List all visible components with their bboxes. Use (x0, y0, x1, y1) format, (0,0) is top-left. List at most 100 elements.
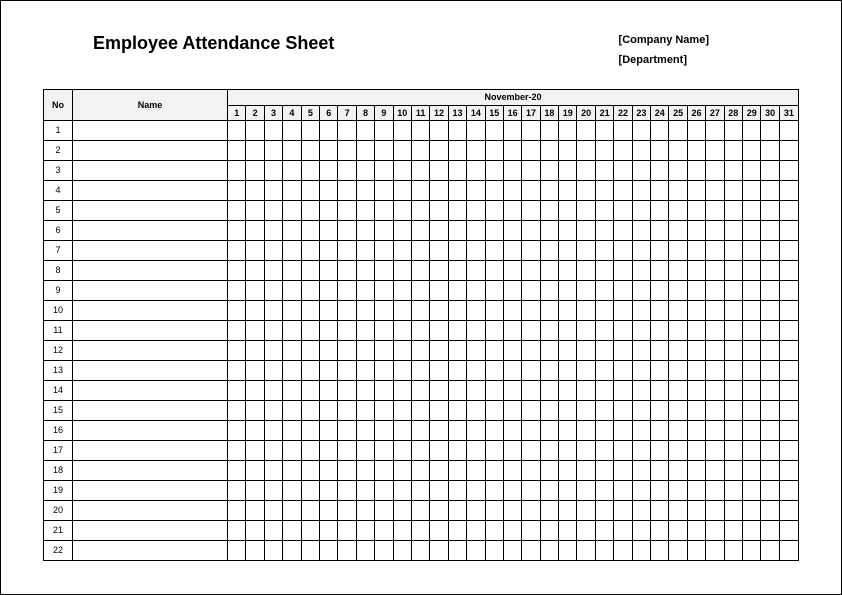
attendance-cell (320, 420, 338, 440)
attendance-cell (393, 380, 411, 400)
row-no: 15 (44, 400, 73, 420)
attendance-cell (338, 260, 356, 280)
attendance-cell (264, 320, 282, 340)
attendance-cell (246, 400, 264, 420)
attendance-cell (706, 400, 724, 420)
attendance-cell (320, 500, 338, 520)
attendance-cell (467, 240, 485, 260)
attendance-cell (320, 380, 338, 400)
attendance-cell (614, 140, 632, 160)
attendance-cell (779, 240, 798, 260)
attendance-cell (503, 360, 521, 380)
attendance-cell (301, 480, 319, 500)
row-name (72, 340, 227, 360)
row-no: 1 (44, 120, 73, 140)
attendance-cell (724, 360, 742, 380)
attendance-cell (540, 340, 558, 360)
attendance-cell (632, 400, 650, 420)
attendance-cell (614, 300, 632, 320)
attendance-cell (430, 300, 448, 320)
attendance-cell (283, 160, 301, 180)
attendance-cell (448, 420, 466, 440)
attendance-cell (724, 300, 742, 320)
row-no: 19 (44, 480, 73, 500)
attendance-cell (779, 520, 798, 540)
attendance-cell (485, 160, 503, 180)
attendance-cell (264, 480, 282, 500)
attendance-cell (651, 520, 669, 540)
row-name (72, 520, 227, 540)
attendance-cell (761, 220, 779, 240)
attendance-cell (356, 120, 374, 140)
attendance-cell (595, 520, 613, 540)
attendance-cell (559, 340, 577, 360)
attendance-cell (724, 160, 742, 180)
attendance-cell (320, 180, 338, 200)
attendance-cell (338, 160, 356, 180)
department-label: [Department] (619, 51, 709, 71)
col-header-day: 30 (761, 105, 779, 120)
attendance-cell (761, 280, 779, 300)
attendance-cell (559, 280, 577, 300)
attendance-cell (356, 360, 374, 380)
attendance-cell (632, 540, 650, 560)
attendance-cell (301, 340, 319, 360)
attendance-cell (375, 180, 393, 200)
attendance-cell (430, 260, 448, 280)
attendance-cell (706, 320, 724, 340)
attendance-cell (503, 480, 521, 500)
attendance-cell (724, 460, 742, 480)
attendance-cell (228, 300, 246, 320)
attendance-cell (559, 500, 577, 520)
row-name (72, 260, 227, 280)
attendance-cell (393, 220, 411, 240)
attendance-cell (503, 500, 521, 520)
attendance-cell (651, 260, 669, 280)
attendance-cell (503, 320, 521, 340)
attendance-cell (761, 340, 779, 360)
attendance-cell (669, 340, 687, 360)
attendance-cell (559, 420, 577, 440)
attendance-cell (228, 440, 246, 460)
attendance-cell (743, 200, 761, 220)
attendance-cell (430, 180, 448, 200)
attendance-cell (614, 520, 632, 540)
attendance-cell (448, 500, 466, 520)
attendance-cell (301, 500, 319, 520)
attendance-cell (614, 160, 632, 180)
attendance-cell (577, 420, 595, 440)
attendance-cell (393, 300, 411, 320)
attendance-cell (761, 480, 779, 500)
attendance-cell (632, 140, 650, 160)
col-header-day: 6 (320, 105, 338, 120)
attendance-cell (228, 520, 246, 540)
attendance-cell (503, 540, 521, 560)
attendance-cell (301, 180, 319, 200)
attendance-cell (264, 460, 282, 480)
attendance-cell (246, 340, 264, 360)
attendance-cell (283, 200, 301, 220)
col-header-day: 9 (375, 105, 393, 120)
attendance-cell (724, 380, 742, 400)
attendance-cell (559, 300, 577, 320)
attendance-cell (614, 420, 632, 440)
attendance-cell (430, 500, 448, 520)
attendance-cell (503, 340, 521, 360)
attendance-cell (264, 140, 282, 160)
attendance-cell (246, 420, 264, 440)
attendance-cell (503, 220, 521, 240)
col-header-day: 8 (356, 105, 374, 120)
attendance-cell (559, 480, 577, 500)
attendance-cell (540, 400, 558, 420)
attendance-cell (228, 120, 246, 140)
attendance-cell (559, 380, 577, 400)
attendance-cell (467, 340, 485, 360)
attendance-cell (540, 360, 558, 380)
attendance-cell (687, 280, 705, 300)
col-header-day: 22 (614, 105, 632, 120)
attendance-cell (228, 140, 246, 160)
attendance-cell (503, 180, 521, 200)
attendance-cell (687, 120, 705, 140)
attendance-cell (595, 400, 613, 420)
attendance-cell (559, 200, 577, 220)
